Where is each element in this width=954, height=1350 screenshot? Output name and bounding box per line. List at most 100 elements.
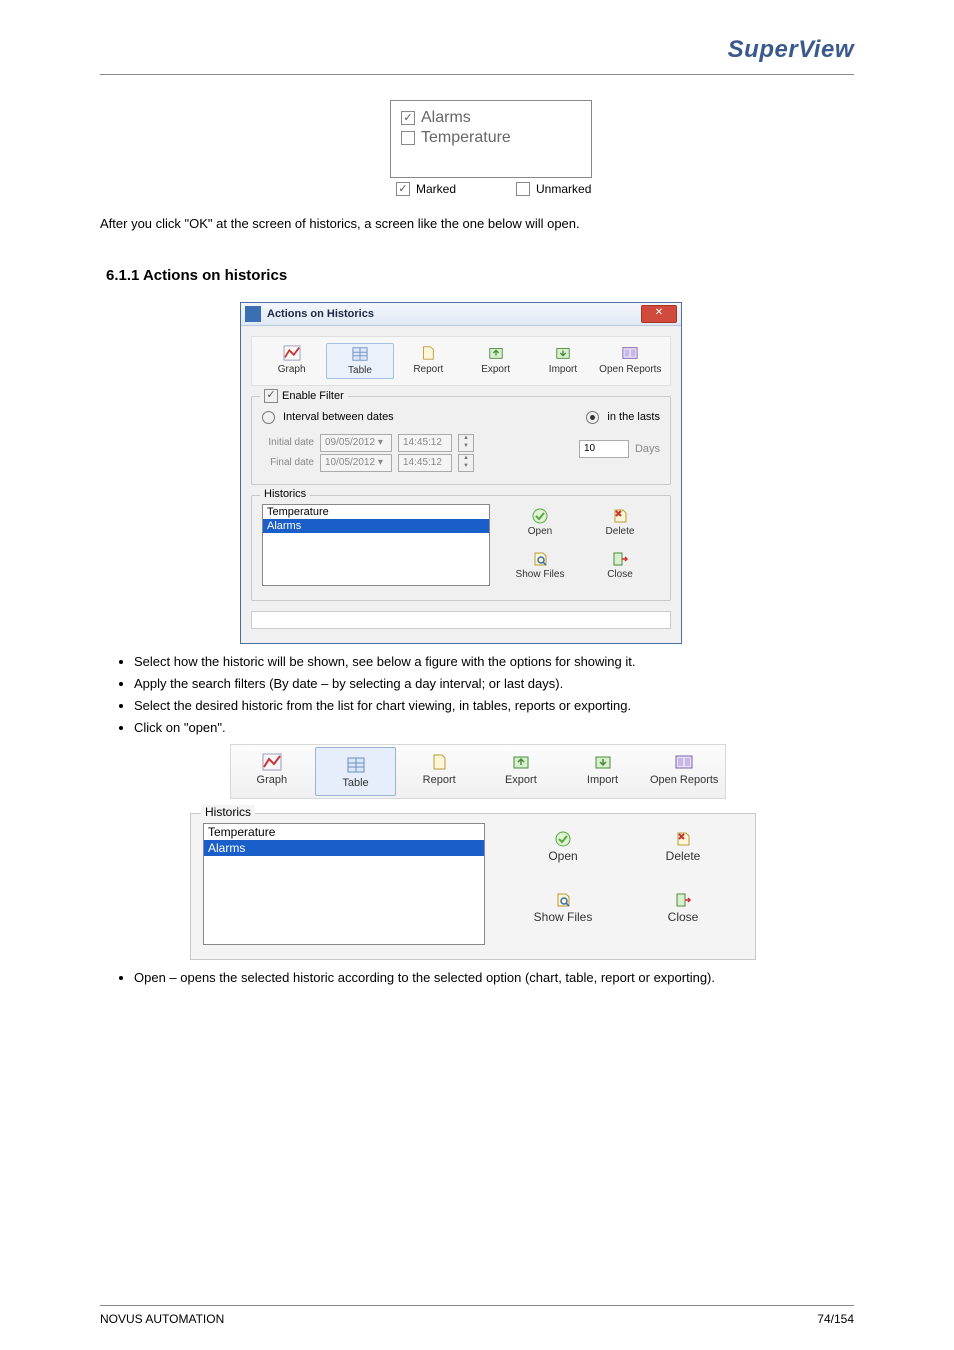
dialog-toolbar: Graph Table Report Export xyxy=(251,336,671,386)
legend-marked-label: Marked xyxy=(416,182,456,196)
list-item[interactable]: Temperature xyxy=(204,824,484,840)
lasts-unit-label: Days xyxy=(635,443,660,455)
import-icon xyxy=(593,753,613,771)
status-bar xyxy=(251,611,671,629)
import-button[interactable]: Import xyxy=(530,343,595,379)
footer-divider xyxy=(100,1305,854,1306)
show-files-button[interactable]: Show Files xyxy=(500,547,580,590)
final-date-field[interactable]: 10/05/2012 ▾ xyxy=(320,454,392,472)
footer-right: 74/154 xyxy=(817,1312,854,1326)
export-button[interactable]: Export xyxy=(463,343,528,379)
in-lasts-radio[interactable]: in the lasts xyxy=(586,411,660,424)
delete-button[interactable]: Delete xyxy=(623,823,743,884)
export-button[interactable]: Export xyxy=(481,745,561,798)
lasts-value-field[interactable]: 10 xyxy=(579,440,629,458)
historics-listbox[interactable]: Temperature Alarms xyxy=(203,823,485,945)
checkbox-unchecked-icon xyxy=(516,182,530,196)
graph-button[interactable]: Graph xyxy=(232,745,312,798)
final-time-field[interactable]: 14:45:12 xyxy=(398,454,452,472)
toolbar-label: Import xyxy=(587,774,618,786)
final-date-label: Final date xyxy=(262,457,314,468)
document-icon xyxy=(419,345,437,361)
open-reports-icon xyxy=(621,345,639,361)
button-label: Close xyxy=(668,910,699,924)
section-heading: 6.1.1 Actions on historics xyxy=(106,267,854,284)
document-icon xyxy=(429,753,449,771)
bullet-item: Select the desired historic from the lis… xyxy=(134,698,854,715)
dialog-titlebar[interactable]: Actions on Historics ✕ xyxy=(241,303,681,326)
radio-unselected-icon[interactable] xyxy=(262,411,275,424)
legend-footer: Marked Unmarked xyxy=(396,182,854,196)
toolbar-label: Export xyxy=(505,774,537,786)
toolbar-label: Open Reports xyxy=(650,774,718,786)
interval-label: Interval between dates xyxy=(283,411,394,423)
open-reports-icon xyxy=(674,753,694,771)
header-divider xyxy=(100,74,854,75)
exit-door-icon xyxy=(674,892,692,908)
chart-icon xyxy=(262,753,282,771)
initial-time-field[interactable]: 14:45:12 xyxy=(398,434,452,452)
checkbox-checked-icon[interactable] xyxy=(401,111,415,125)
button-label: Delete xyxy=(606,526,635,537)
delete-button[interactable]: Delete xyxy=(580,504,660,547)
open-button[interactable]: Open xyxy=(500,504,580,547)
list-item[interactable]: Temperature xyxy=(263,505,489,519)
toolbar-label: Table xyxy=(348,365,372,376)
close-button[interactable]: ✕ xyxy=(641,305,677,323)
magnifier-doc-icon xyxy=(531,551,549,567)
show-files-button[interactable]: Show Files xyxy=(503,884,623,945)
button-label: Show Files xyxy=(534,910,593,924)
table-button[interactable]: Table xyxy=(315,747,397,796)
dialog-title: Actions on Historics xyxy=(267,308,641,320)
report-button[interactable]: Report xyxy=(396,343,461,379)
button-label: Show Files xyxy=(516,569,565,580)
legend-item-temperature[interactable]: Temperature xyxy=(401,129,581,147)
bullet-item: Apply the search filters (By date – by s… xyxy=(134,676,854,693)
import-button[interactable]: Import xyxy=(563,745,643,798)
legend-label: Temperature xyxy=(421,129,511,147)
actions-on-historics-dialog: Actions on Historics ✕ Graph Table Repo xyxy=(240,302,682,644)
toolbar-label: Graph xyxy=(257,774,288,786)
spinner-icon[interactable]: ▲▼ xyxy=(458,434,474,452)
brand-logo: SuperView xyxy=(728,36,854,63)
toolbar-label: Export xyxy=(481,364,510,375)
ok-check-icon xyxy=(554,831,572,847)
interval-radio[interactable]: Interval between dates xyxy=(262,411,394,424)
enable-filter-legend[interactable]: Enable Filter xyxy=(260,389,348,403)
close-button[interactable]: Close xyxy=(623,884,743,945)
page-header: SuperView xyxy=(728,36,854,64)
historics-group: Historics Temperature Alarms Open xyxy=(251,495,671,601)
magnifier-doc-icon xyxy=(554,892,572,908)
button-label: Delete xyxy=(666,849,701,863)
ok-check-icon xyxy=(531,508,549,524)
graph-button[interactable]: Graph xyxy=(259,343,324,379)
export-icon xyxy=(487,345,505,361)
spinner-icon[interactable]: ▲▼ xyxy=(458,454,474,472)
list-item[interactable]: Alarms xyxy=(263,519,489,533)
historics-listbox[interactable]: Temperature Alarms xyxy=(262,504,490,586)
table-button[interactable]: Table xyxy=(326,343,393,379)
open-button[interactable]: Open xyxy=(503,823,623,884)
initial-date-field[interactable]: 09/05/2012 ▾ xyxy=(320,434,392,452)
list-item[interactable]: Alarms xyxy=(204,840,484,856)
bullet-list: Select how the historic will be shown, s… xyxy=(100,654,854,737)
toolbar-label: Report xyxy=(423,774,456,786)
toolbar-label: Table xyxy=(342,777,368,789)
radio-selected-icon[interactable] xyxy=(586,411,599,424)
page-footer: NOVUS AUTOMATION 74/154 xyxy=(100,1312,854,1326)
open-reports-button[interactable]: Open Reports xyxy=(644,745,724,798)
checkbox-checked-icon xyxy=(396,182,410,196)
button-label: Open xyxy=(548,849,577,863)
initial-date-label: Initial date xyxy=(262,437,314,448)
checkbox-checked-icon[interactable] xyxy=(264,389,278,403)
report-button[interactable]: Report xyxy=(399,745,479,798)
table-icon xyxy=(351,346,369,362)
open-reports-button[interactable]: Open Reports xyxy=(598,343,663,379)
close-button[interactable]: Close xyxy=(580,547,660,590)
legend-item-alarms[interactable]: Alarms xyxy=(401,109,581,127)
checkbox-unchecked-icon[interactable] xyxy=(401,131,415,145)
footer-left: NOVUS AUTOMATION xyxy=(100,1312,224,1326)
view-mode-toolbar: Graph Table Report Export Import Open Re… xyxy=(230,744,726,799)
paragraph: After you click "OK" at the screen of hi… xyxy=(100,216,854,233)
in-lasts-label: in the lasts xyxy=(607,411,660,423)
